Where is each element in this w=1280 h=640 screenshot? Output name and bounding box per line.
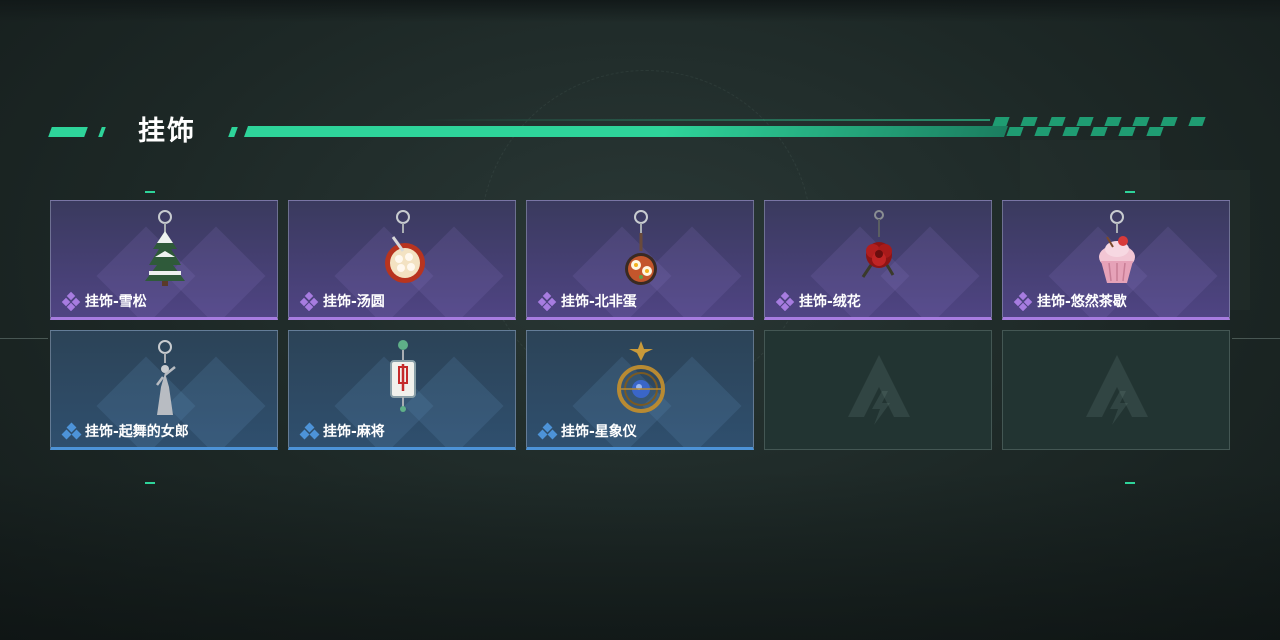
section-header: 挂饰 — [0, 105, 1280, 155]
item-name: 挂饰-起舞的女郎 — [85, 424, 189, 440]
rarity-diamonds-icon — [537, 422, 558, 440]
item-name: 挂饰-汤圆 — [323, 294, 385, 310]
empty-item-slot — [1002, 330, 1230, 450]
section-title: 挂饰 — [138, 116, 196, 147]
snow-pine-tree-charm-icon — [145, 210, 185, 286]
top-shadow-band — [0, 0, 1280, 22]
item-label: 挂饰-悠然茶歇 — [1013, 291, 1127, 311]
corner-tick — [145, 482, 155, 484]
item-card[interactable]: 挂饰-雪松 — [50, 200, 278, 320]
rarity-diamonds-icon — [537, 291, 557, 311]
item-name: 挂饰-雪松 — [85, 294, 147, 310]
header-long-bar — [243, 126, 1009, 137]
item-name: 挂饰-北非蛋 — [561, 294, 637, 310]
item-card[interactable]: 挂饰-起舞的女郎 — [50, 330, 278, 450]
item-label: 挂饰-北非蛋 — [537, 291, 637, 311]
rarity-diamonds-icon — [61, 422, 82, 440]
header-accent-bar — [98, 127, 106, 137]
side-guide-line — [1232, 338, 1280, 339]
item-card[interactable]: 挂饰-汤圆 — [288, 200, 516, 320]
mahjong-tile-charm-icon — [390, 340, 416, 412]
shakshuka-pan-charm-icon — [625, 210, 657, 285]
item-label: 挂饰-麻将 — [299, 421, 385, 441]
rarity-diamonds-icon — [299, 291, 319, 311]
item-label: 挂饰-绒花 — [775, 291, 861, 311]
corner-tick — [1125, 482, 1135, 484]
tangyuan-bowl-charm-icon — [385, 210, 425, 283]
item-card[interactable]: 挂饰-麻将 — [288, 330, 516, 450]
game-logo-placeholder-icon — [1086, 355, 1148, 425]
item-name: 挂饰-绒花 — [799, 294, 861, 310]
velvet-flower-charm-icon — [861, 210, 895, 278]
game-logo-placeholder-icon — [848, 355, 910, 425]
astrolabe-charm-icon — [617, 341, 665, 413]
header-accent-bar — [48, 127, 88, 137]
empty-item-slot — [764, 330, 992, 450]
corner-tick — [145, 191, 155, 193]
header-thin-line — [420, 119, 990, 121]
rarity-diamonds-icon — [775, 291, 795, 311]
charm-grid: 挂饰-雪松 挂饰-汤圆 挂饰-北非蛋 挂饰-绒花 挂饰-悠然茶歇 挂饰-起舞的女… — [50, 200, 1230, 450]
item-label: 挂饰-星象仪 — [537, 421, 637, 441]
cupcake-charm-icon — [1099, 210, 1135, 283]
item-name: 挂饰-麻将 — [323, 424, 385, 440]
item-label: 挂饰-汤圆 — [299, 291, 385, 311]
item-card[interactable]: 挂饰-星象仪 — [526, 330, 754, 450]
item-label: 挂饰-雪松 — [61, 291, 147, 311]
header-accent-bar — [228, 127, 238, 137]
item-name: 挂饰-悠然茶歇 — [1037, 294, 1127, 310]
side-guide-line — [0, 338, 48, 339]
dancing-lady-charm-icon — [156, 340, 176, 415]
header-checker-pattern — [992, 117, 1206, 139]
item-label: 挂饰-起舞的女郎 — [61, 421, 189, 441]
item-card[interactable]: 挂饰-绒花 — [764, 200, 992, 320]
item-name: 挂饰-星象仪 — [561, 424, 637, 440]
item-card[interactable]: 挂饰-北非蛋 — [526, 200, 754, 320]
rarity-diamonds-icon — [61, 291, 81, 311]
rarity-diamonds-icon — [299, 422, 320, 440]
rarity-diamonds-icon — [1013, 291, 1033, 311]
item-card[interactable]: 挂饰-悠然茶歇 — [1002, 200, 1230, 320]
corner-tick — [1125, 191, 1135, 193]
background-ground — [0, 470, 1280, 640]
